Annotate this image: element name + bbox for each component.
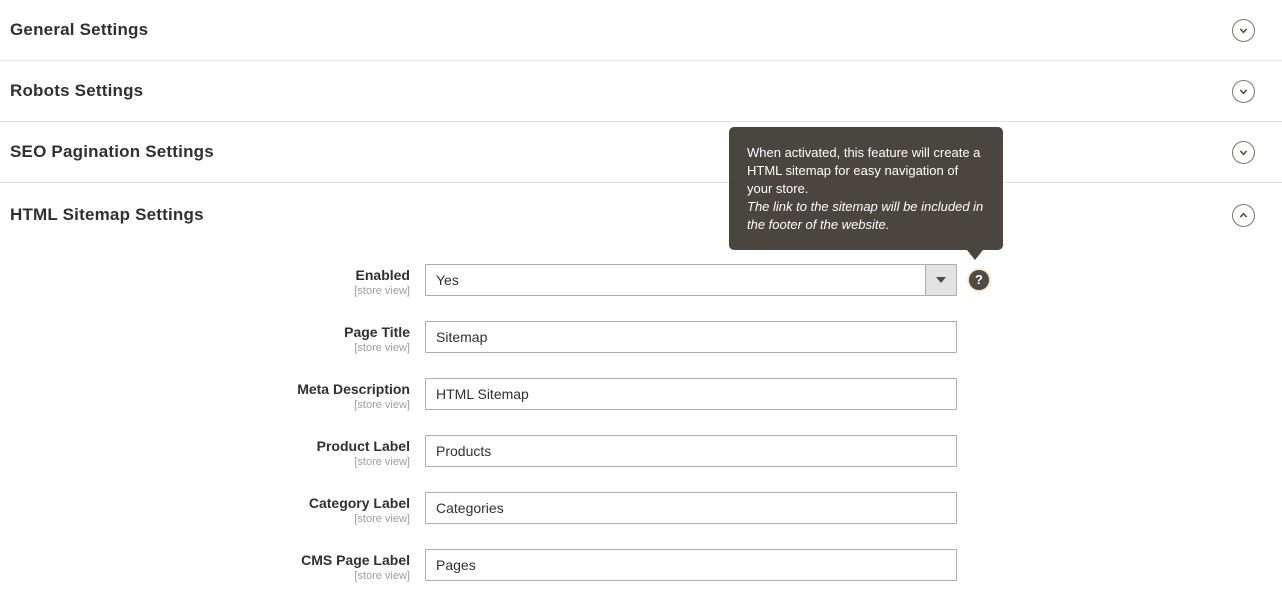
enabled-select[interactable]: Yes — [425, 264, 957, 296]
field-scope: [store view] — [354, 285, 410, 297]
section-title: Robots Settings — [10, 81, 144, 100]
help-icon[interactable]: ? — [969, 270, 989, 290]
field-label: Product Label — [316, 438, 410, 454]
form-row-category-label: Category Label [store view] — [0, 492, 1282, 526]
control-cell — [425, 549, 957, 581]
field-label: Page Title — [344, 324, 410, 340]
field-label: Category Label — [308, 495, 410, 511]
html-sitemap-settings-form: Enabled [store view] Yes ? Page Title [s… — [0, 247, 1282, 583]
category-label-input[interactable] — [425, 492, 957, 524]
section-seo-pagination-settings[interactable]: SEO Pagination Settings — [0, 122, 1282, 183]
form-row-page-title: Page Title [store view] — [0, 321, 1282, 355]
field-scope: [store view] — [354, 456, 410, 468]
field-scope: [store view] — [354, 342, 410, 354]
cms-page-label-input[interactable] — [425, 549, 957, 581]
section-title: HTML Sitemap Settings — [10, 205, 204, 224]
control-cell — [425, 492, 957, 524]
page-title-input[interactable] — [425, 321, 957, 353]
form-row-product-label: Product Label [store view] — [0, 435, 1282, 469]
seo-settings-page: General Settings Robots Settings SEO Pag… — [0, 0, 1282, 599]
tooltip-arrow-icon — [967, 250, 983, 260]
form-row-cms-page-label: CMS Page Label [store view] — [0, 549, 1282, 583]
section-title: SEO Pagination Settings — [10, 142, 214, 161]
label-cell: CMS Page Label [store view] — [0, 549, 410, 583]
chevron-down-icon[interactable] — [1232, 18, 1255, 42]
field-scope: [store view] — [354, 570, 410, 582]
label-cell: Product Label [store view] — [0, 435, 410, 469]
field-scope: [store view] — [354, 513, 410, 525]
form-row-meta-description: Meta Description [store view] — [0, 378, 1282, 412]
meta-description-input[interactable] — [425, 378, 957, 410]
field-scope: [store view] — [354, 399, 410, 411]
label-cell: Enabled [store view] — [0, 264, 410, 298]
section-html-sitemap-settings[interactable]: HTML Sitemap Settings — [0, 183, 1282, 247]
field-label: CMS Page Label — [301, 552, 410, 568]
control-cell — [425, 378, 957, 410]
chevron-down-icon[interactable] — [1232, 140, 1255, 164]
chevron-up-icon[interactable] — [1232, 203, 1255, 227]
section-title: General Settings — [10, 20, 149, 39]
control-cell — [425, 435, 957, 467]
control-cell — [425, 321, 957, 353]
section-general-settings[interactable]: General Settings — [0, 0, 1282, 61]
control-cell: Yes ? — [425, 264, 989, 296]
tooltip: When activated, this feature will create… — [729, 127, 1003, 260]
tooltip-note: The link to the sitemap will be included… — [747, 199, 984, 232]
chevron-down-icon[interactable] — [1232, 79, 1255, 103]
field-label: Enabled — [355, 267, 410, 283]
enabled-select-value: Yes — [436, 272, 459, 288]
label-cell: Page Title [store view] — [0, 321, 410, 355]
label-cell: Meta Description [store view] — [0, 378, 410, 412]
product-label-input[interactable] — [425, 435, 957, 467]
field-label: Meta Description — [297, 381, 410, 397]
tooltip-text: When activated, this feature will create… — [747, 145, 981, 196]
form-row-enabled: Enabled [store view] Yes ? — [0, 264, 1282, 298]
section-robots-settings[interactable]: Robots Settings — [0, 61, 1282, 122]
select-caret-icon[interactable] — [925, 265, 956, 295]
label-cell: Category Label [store view] — [0, 492, 410, 526]
